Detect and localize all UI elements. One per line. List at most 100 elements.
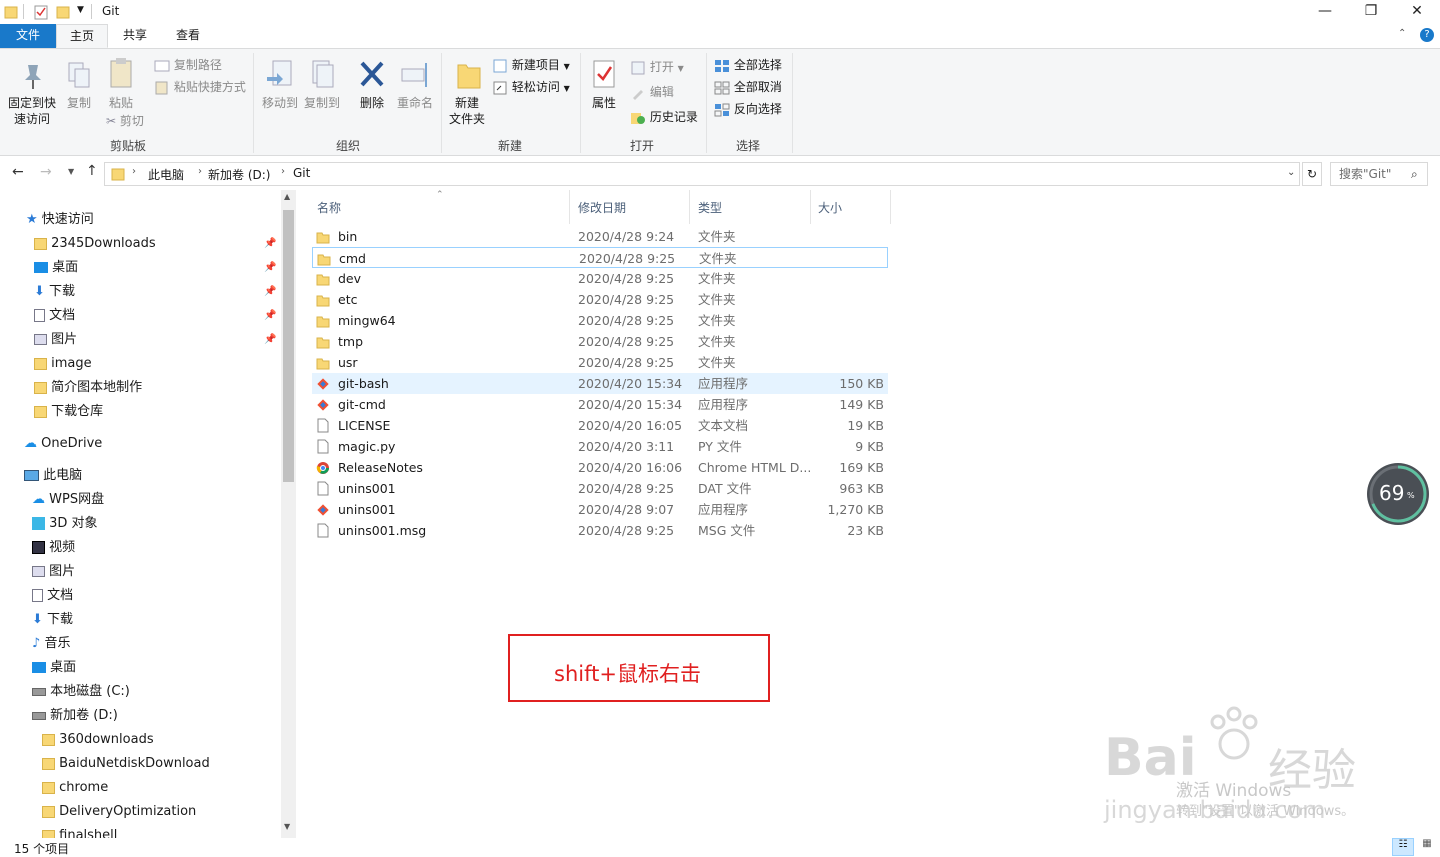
- table-row[interactable]: unins001 2020/4/28 9:25 DAT 文件 963 KB: [312, 478, 888, 499]
- open-button[interactable]: 打开 ▼: [630, 57, 684, 77]
- table-row[interactable]: etc 2020/4/28 9:25 文件夹: [312, 289, 888, 310]
- help-icon[interactable]: ?: [1420, 28, 1434, 42]
- maximize-button[interactable]: ❐: [1348, 0, 1394, 24]
- column-header-date[interactable]: 修改日期: [578, 198, 626, 218]
- address-bar[interactable]: › 此电脑 › 新加卷 (D:) › Git ⌄: [104, 162, 1300, 186]
- invert-selection-button[interactable]: 反向选择: [714, 99, 782, 119]
- properties-icon[interactable]: [34, 4, 48, 20]
- nav-item-image[interactable]: image: [34, 352, 92, 376]
- paste-button[interactable]: 粘贴: [104, 57, 138, 111]
- table-row[interactable]: ReleaseNotes 2020/4/20 16:06 Chrome HTML D…: [312, 457, 888, 478]
- forward-arrow-icon[interactable]: →: [40, 164, 52, 180]
- table-row[interactable]: unins001 2020/4/28 9:07 应用程序 1,270 KB: [312, 499, 888, 520]
- large-icons-view-icon[interactable]: ▦: [1418, 838, 1436, 856]
- rename-button[interactable]: 重命名: [394, 59, 436, 111]
- tab-view[interactable]: 查看: [162, 24, 214, 48]
- nav-item-downloads[interactable]: ⬇ 下载: [34, 280, 75, 304]
- table-row[interactable]: LICENSE 2020/4/20 16:05 文本文档 19 KB: [312, 415, 888, 436]
- nav-item-drive-c[interactable]: 本地磁盘 (C:): [32, 680, 130, 704]
- edit-icon: [633, 89, 643, 100]
- new-folder-icon[interactable]: [56, 4, 70, 20]
- performance-gauge[interactable]: 69 %: [1367, 463, 1429, 525]
- nav-item-videos[interactable]: 视频: [32, 536, 75, 560]
- nav-item-baidu[interactable]: BaiduNetdiskDownload: [42, 752, 210, 776]
- nav-item-2345downloads[interactable]: 2345Downloads: [34, 232, 156, 256]
- nav-item-desktop[interactable]: 桌面: [34, 256, 78, 280]
- scroll-up-icon[interactable]: ▲: [284, 192, 290, 201]
- nav-item-wps[interactable]: ☁ WPS网盘: [32, 488, 104, 512]
- nav-item-pictures-pc[interactable]: 图片: [32, 560, 75, 584]
- move-to-button[interactable]: 移动到: [258, 59, 302, 111]
- table-row[interactable]: cmd 2020/4/28 9:25 文件夹: [312, 247, 888, 268]
- breadcrumb-this-pc[interactable]: 此电脑: [148, 166, 184, 183]
- nav-item-3d-objects[interactable]: 3D 对象: [32, 512, 98, 536]
- copy-button[interactable]: 复制: [62, 61, 96, 111]
- table-row[interactable]: magic.py 2020/4/20 3:11 PY 文件 9 KB: [312, 436, 888, 457]
- table-row[interactable]: usr 2020/4/28 9:25 文件夹: [312, 352, 888, 373]
- tab-share[interactable]: 共享: [110, 24, 160, 48]
- minimize-button[interactable]: —: [1302, 0, 1348, 24]
- properties-button[interactable]: 属性: [586, 59, 622, 111]
- copy-to-button[interactable]: 复制到: [300, 59, 344, 111]
- copy-path-button[interactable]: 复制路径: [154, 55, 222, 75]
- history-button[interactable]: 历史记录: [630, 107, 698, 127]
- nav-item-downloads-pc[interactable]: ⬇ 下载: [32, 608, 73, 632]
- nav-item-local-intro[interactable]: 简介图本地制作: [34, 376, 142, 400]
- new-folder-button[interactable]: 新建 文件夹: [446, 59, 488, 127]
- new-item-button[interactable]: 新建项目 ▼: [492, 55, 570, 75]
- nav-item-music[interactable]: ♪ 音乐: [32, 632, 70, 656]
- delete-button[interactable]: 删除: [354, 59, 390, 111]
- select-none-button[interactable]: 全部取消: [714, 77, 782, 97]
- nav-scrollbar-thumb[interactable]: [283, 210, 294, 482]
- nav-item-drive-d[interactable]: 新加卷 (D:): [32, 704, 118, 728]
- nav-quick-access[interactable]: ★ 快速访问: [26, 208, 94, 232]
- recent-chevron-down-icon[interactable]: ▼: [68, 167, 74, 176]
- select-none-icon: [714, 81, 730, 94]
- address-dropdown-icon[interactable]: ⌄: [1287, 167, 1295, 178]
- table-row[interactable]: dev 2020/4/28 9:25 文件夹: [312, 268, 888, 289]
- chevron-down-icon[interactable]: ▼: [77, 5, 84, 15]
- folder-icon: [34, 405, 47, 418]
- search-input[interactable]: 搜索"Git" ⌕: [1330, 162, 1428, 186]
- column-header-type[interactable]: 类型: [698, 198, 722, 218]
- breadcrumb-drive-d[interactable]: 新加卷 (D:): [208, 166, 270, 183]
- back-arrow-icon[interactable]: ←: [12, 164, 24, 180]
- column-header-name[interactable]: 名称: [317, 198, 341, 218]
- table-row[interactable]: git-cmd 2020/4/20 15:34 应用程序 149 KB: [312, 394, 888, 415]
- table-row[interactable]: git-bash 2020/4/20 15:34 应用程序 150 KB: [312, 373, 888, 394]
- nav-onedrive[interactable]: ☁ OneDrive: [24, 432, 102, 456]
- table-row[interactable]: tmp 2020/4/28 9:25 文件夹: [312, 331, 888, 352]
- file-name: etc: [338, 292, 358, 307]
- scroll-down-icon[interactable]: ▼: [284, 822, 290, 831]
- tab-file[interactable]: 文件: [0, 24, 56, 48]
- table-row[interactable]: bin 2020/4/28 9:24 文件夹: [312, 226, 888, 247]
- tab-home[interactable]: 主页: [56, 24, 108, 48]
- ribbon-collapse-icon[interactable]: ⌃: [1398, 28, 1406, 39]
- nav-item-360downloads[interactable]: 360downloads: [42, 728, 154, 752]
- nav-item-chrome[interactable]: chrome: [42, 776, 108, 800]
- file-type: DAT 文件: [698, 481, 752, 496]
- pin-quick-access-button[interactable]: 固定到快 速访问: [4, 61, 60, 127]
- refresh-icon[interactable]: ↻: [1302, 162, 1322, 186]
- nav-item-documents-pc[interactable]: 文档: [32, 584, 73, 608]
- folder-icon: [42, 757, 55, 770]
- up-arrow-icon[interactable]: ↑: [86, 163, 98, 179]
- details-view-icon[interactable]: ☷: [1392, 838, 1414, 856]
- nav-item-finalshell[interactable]: finalshell: [42, 824, 117, 838]
- nav-item-download-repo[interactable]: 下载仓库: [34, 400, 103, 424]
- edit-button[interactable]: 编辑: [630, 82, 674, 102]
- nav-item-desktop-pc[interactable]: 桌面: [32, 656, 76, 680]
- table-row[interactable]: unins001.msg 2020/4/28 9:25 MSG 文件 23 KB: [312, 520, 888, 541]
- paste-shortcut-button[interactable]: 粘贴快捷方式: [154, 77, 246, 97]
- nav-item-pictures[interactable]: 图片: [34, 328, 77, 352]
- select-all-button[interactable]: 全部选择: [714, 55, 782, 75]
- breadcrumb-git[interactable]: Git: [293, 166, 310, 180]
- close-button[interactable]: ✕: [1394, 0, 1440, 24]
- nav-item-documents[interactable]: 文档: [34, 304, 75, 328]
- table-row[interactable]: mingw64 2020/4/28 9:25 文件夹: [312, 310, 888, 331]
- nav-this-pc[interactable]: 此电脑: [24, 464, 82, 488]
- easy-access-button[interactable]: 轻松访问 ▼: [492, 77, 570, 97]
- cut-button[interactable]: ✂ 剪切: [106, 111, 144, 131]
- nav-item-delivery[interactable]: DeliveryOptimization: [42, 800, 196, 824]
- column-header-size[interactable]: 大小: [818, 198, 842, 218]
